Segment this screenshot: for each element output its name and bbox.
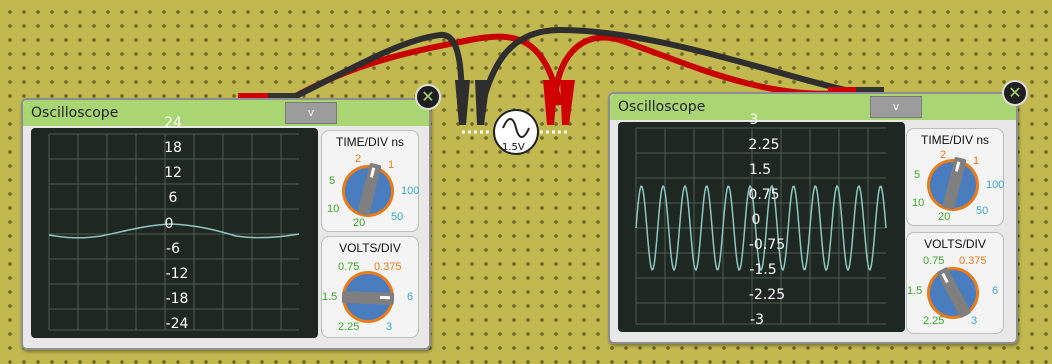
time-div-label: 2 <box>940 149 947 161</box>
volts-div-label: 1.5 <box>907 285 923 297</box>
volts-div-label: 2.25 <box>338 321 360 333</box>
time-div-label: 20 <box>938 211 951 223</box>
oscilloscope-right[interactable]: Oscilloscope v 3 2.25 1.5 0.75 0 -0.75 -… <box>608 92 1018 344</box>
probe-dropdown-tab[interactable]: v <box>870 96 922 118</box>
time-div-panel: TIME/DIV ns 2 1 5 100 10 50 20 <box>321 130 419 232</box>
time-div-label: 50 <box>391 211 404 223</box>
time-div-panel: TIME/DIV ns 2 1 5 100 10 50 20 <box>906 128 1004 226</box>
y-tick: 2.25 <box>748 137 780 153</box>
time-div-label: 20 <box>353 217 366 229</box>
volts-div-label: 3 <box>971 315 978 327</box>
volts-div-panel: VOLTS/DIV 0.75 0.375 1.5 6 2.25 3 <box>321 236 419 338</box>
oscilloscope-left[interactable]: Oscilloscope v 24 18 12 6 0 -6 -12 -18 -… <box>21 98 431 350</box>
y-tick: 0 <box>164 216 174 232</box>
time-div-label: 10 <box>912 197 925 209</box>
y-tick: 18 <box>164 140 182 156</box>
y-tick: 12 <box>164 165 182 181</box>
y-tick: -18 <box>165 291 189 307</box>
y-tick: 1.5 <box>748 162 772 178</box>
time-div-label: 5 <box>329 175 336 187</box>
y-tick: 0.75 <box>748 187 780 203</box>
volts-div-label: 1.5 <box>322 291 338 303</box>
close-icon[interactable]: ✕ <box>415 84 441 110</box>
y-tick: 24 <box>164 115 182 131</box>
y-tick: 0 <box>751 212 761 228</box>
volts-div-label: 6 <box>992 285 999 297</box>
volts-div-label: 3 <box>386 321 393 333</box>
volts-div-label: 0.75 <box>923 255 945 267</box>
y-tick: -0.75 <box>748 237 786 253</box>
ac-source[interactable]: 1.5V <box>457 108 577 158</box>
time-div-knob[interactable] <box>907 129 1003 225</box>
time-div-label: 1 <box>388 159 395 171</box>
probe-dropdown-tab[interactable]: v <box>285 102 337 124</box>
volts-div-knob[interactable] <box>322 237 418 337</box>
close-icon[interactable]: ✕ <box>1002 80 1028 106</box>
volts-div-label: 0.75 <box>338 261 360 273</box>
oscilloscope-title: Oscilloscope <box>618 99 706 115</box>
volts-div-knob[interactable] <box>907 233 1003 333</box>
time-div-knob[interactable] <box>322 131 418 231</box>
volts-div-label: 0.375 <box>374 261 402 273</box>
time-div-label: 10 <box>327 203 340 215</box>
time-div-label: 100 <box>401 185 420 197</box>
y-tick: -1.5 <box>749 262 777 278</box>
y-tick: 3 <box>749 112 759 128</box>
time-div-label: 100 <box>986 179 1005 191</box>
time-div-label: 5 <box>914 169 921 181</box>
time-div-label: 1 <box>973 155 980 167</box>
oscilloscope-header[interactable]: Oscilloscope <box>23 100 429 126</box>
volts-div-label: 6 <box>407 291 414 303</box>
oscilloscope-title: Oscilloscope <box>31 105 119 121</box>
y-tick: -6 <box>166 241 180 257</box>
y-tick: -24 <box>165 316 189 332</box>
oscilloscope-header[interactable]: Oscilloscope <box>610 94 1016 120</box>
y-tick: 6 <box>168 190 178 206</box>
y-tick: -2.25 <box>748 287 786 303</box>
volts-div-label: 2.25 <box>923 315 945 327</box>
y-tick: -12 <box>165 266 189 282</box>
time-div-label: 50 <box>976 205 989 217</box>
time-div-label: 2 <box>355 153 362 165</box>
volts-div-panel: VOLTS/DIV 0.75 0.375 1.5 6 2.25 3 <box>906 232 1004 334</box>
y-tick: -3 <box>750 312 764 328</box>
volts-div-label: 0.375 <box>959 255 987 267</box>
source-voltage-label: 1.5V <box>502 142 525 153</box>
